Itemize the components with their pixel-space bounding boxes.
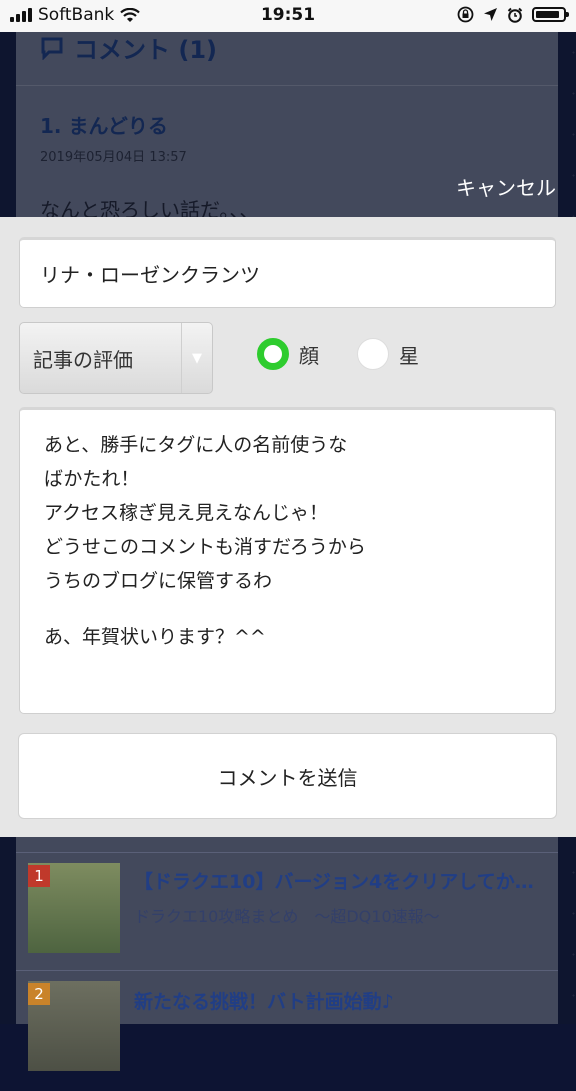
rank-badge: 2 [28,983,50,1005]
rating-face-radio[interactable]: 顔 [257,338,319,370]
rating-select-value: 記事の評価 [33,347,133,372]
comment-line: アクセス稼ぎ見え見えなんじゃ！ [44,502,329,524]
submit-comment-button[interactable]: コメントを送信 [18,733,557,819]
related-title[interactable]: 【ドラクエ10】バージョン4をクリアしてか… [134,867,548,894]
rating-face-label: 顔 [299,343,319,368]
comment-line: あと、勝手にタグに人の名前使うな [44,434,348,456]
alarm-icon [507,7,523,23]
location-icon [484,8,497,21]
rank-badge: 1 [28,865,50,887]
rating-select[interactable]: 記事の評価 ▼ [19,322,213,394]
comment-line: あ、年賀状いります？^^ [44,626,266,648]
rating-star-label: 星 [399,343,419,368]
status-icons [457,6,569,23]
comment-form: リナ・ローゼンクランツ 記事の評価 ▼ 顔 星 あと、勝手にタグに人の名前使うな… [0,217,576,837]
chevron-down-icon: ▼ [181,323,212,393]
related-title[interactable]: 新たなる挑戦！バト計画始動♪ [134,987,548,1014]
radio-unselected-icon [357,338,389,370]
comment-line: どうせこのコメントも消すだろうから [44,536,366,558]
radio-selected-icon [257,338,289,370]
battery-icon [532,7,569,22]
comment-textarea[interactable]: あと、勝手にタグに人の名前使うな ばかたれ！ アクセス稼ぎ見え見えなんじゃ！ ど… [19,407,556,714]
rating-star-radio[interactable]: 星 [357,338,419,370]
related-source: ドラクエ10攻略まとめ ～超DQ10速報～ [134,907,440,926]
rotation-lock-icon [457,6,474,23]
comment-line: ばかたれ！ [44,468,140,490]
cancel-button[interactable]: キャンセル [456,172,556,201]
status-bar: SoftBank 19:51 [0,0,576,32]
name-field[interactable]: リナ・ローゼンクランツ [19,237,556,308]
related-item[interactable]: 1 【ドラクエ10】バージョン4をクリアしてか… ドラクエ10攻略まとめ ～超D… [16,852,558,973]
comment-line: うちのブログに保管するわ [44,570,273,592]
related-item[interactable]: 2 新たなる挑戦！バト計画始動♪ [16,970,558,1091]
